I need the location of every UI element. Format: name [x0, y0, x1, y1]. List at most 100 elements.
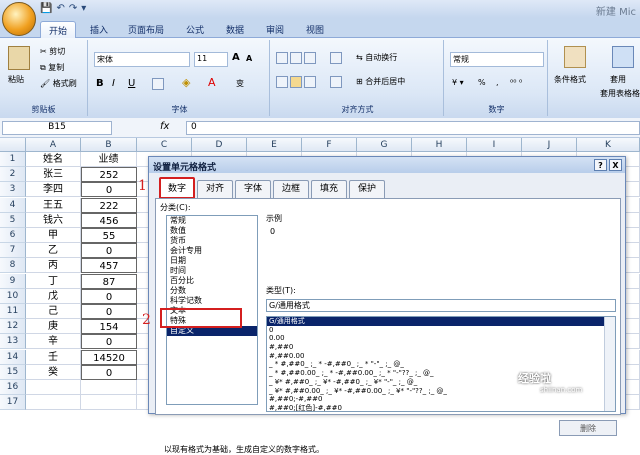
category-item[interactable]: 百分比	[167, 276, 257, 286]
tab-border[interactable]: 边框	[273, 180, 309, 198]
column-header-j[interactable]: J	[522, 138, 577, 152]
cell-a[interactable]: 甲	[26, 228, 81, 243]
category-item[interactable]: 分数	[167, 286, 257, 296]
format-item[interactable]: _ * #,##0_ ;_ * -#,##0_ ;_ * "-"_ ;_ @_	[267, 360, 615, 369]
cell-a[interactable]: 己	[26, 304, 81, 319]
column-header-k[interactable]: K	[577, 138, 640, 152]
category-item[interactable]: 会计专用	[167, 246, 257, 256]
cut-button[interactable]: ✂ 剪切	[40, 46, 65, 57]
tab-font[interactable]: 字体	[235, 180, 271, 198]
column-header-c[interactable]: C	[137, 138, 192, 152]
format-item[interactable]: #,##0.00	[267, 352, 615, 361]
cell-a[interactable]: 丁	[26, 273, 81, 289]
row-header[interactable]: 11	[0, 304, 26, 319]
tab-fill[interactable]: 填充	[311, 180, 347, 198]
column-header-d[interactable]: D	[192, 138, 247, 152]
font-size-select[interactable]: 11	[194, 52, 228, 67]
wrap-text-button[interactable]: ⇆ 自动换行	[356, 52, 397, 63]
cell-b[interactable]	[81, 380, 137, 395]
category-item[interactable]: 常规	[167, 216, 257, 226]
number-format-select[interactable]: 常规	[450, 52, 544, 67]
fx-icon[interactable]: fx	[160, 121, 169, 132]
format-item[interactable]: #,##0;[红色]-#,##0	[267, 404, 615, 411]
cell-a[interactable]: 张三	[26, 167, 81, 183]
conditional-format-button[interactable]: 条件格式	[554, 74, 586, 85]
row-header[interactable]: 14	[0, 349, 26, 365]
column-header-b[interactable]: B	[81, 138, 137, 152]
category-item[interactable]: 数值	[167, 226, 257, 236]
tab-number[interactable]: 数字	[159, 177, 195, 199]
cell-b[interactable]: 0	[81, 288, 137, 304]
table-format-short[interactable]: 套用	[610, 74, 626, 85]
cell-a[interactable]: 庚	[26, 319, 81, 335]
phonetic-button[interactable]: 变	[236, 78, 244, 89]
office-button[interactable]	[2, 2, 36, 36]
cell-a[interactable]	[26, 395, 81, 411]
format-list[interactable]: G/通用格式 0 0.00 #,##0 #,##0.00 _ * #,##0_ ;_ * …	[266, 316, 616, 412]
row-header[interactable]: 13	[0, 334, 26, 350]
cell-a[interactable]: 李四	[26, 182, 81, 198]
column-header-i[interactable]: I	[467, 138, 522, 152]
cell-a[interactable]: 姓名	[26, 152, 81, 167]
tab-review[interactable]: 审阅	[258, 21, 292, 38]
tab-protection[interactable]: 保护	[349, 180, 385, 198]
cell-a[interactable]: 钱六	[26, 212, 81, 228]
bold-button[interactable]: B	[96, 78, 104, 89]
category-item[interactable]: 科学记数	[167, 296, 257, 306]
fill-color-button[interactable]: ◈	[182, 76, 190, 89]
tab-home[interactable]: 开始	[40, 21, 77, 38]
cell-b[interactable]: 87	[81, 273, 137, 289]
decimal-icon[interactable]: ⁰⁰ ⁰	[510, 78, 522, 87]
paste-icon[interactable]	[8, 46, 30, 70]
cell-b[interactable]	[81, 395, 137, 411]
format-item[interactable]: _ * #,##0.00_ ;_ * -#,##0.00_ ;_ * "-"??…	[267, 369, 615, 378]
quick-access-toolbar[interactable]: 💾↶↷▾	[40, 3, 90, 14]
cell-b[interactable]: 0	[81, 304, 137, 319]
table-format-button[interactable]: 套用表格格式	[600, 88, 640, 99]
select-all-corner[interactable]	[0, 138, 26, 152]
column-header-f[interactable]: F	[302, 138, 357, 152]
cell-b[interactable]: 456	[81, 212, 137, 228]
cell-b[interactable]: 252	[81, 167, 137, 183]
column-header-a[interactable]: A	[26, 138, 81, 152]
percent-button[interactable]: %	[478, 78, 486, 87]
indent-icon[interactable]	[330, 76, 344, 88]
cell-b[interactable]: 14520	[81, 349, 137, 365]
font-name-select[interactable]: 宋体	[94, 52, 190, 67]
tab-insert[interactable]: 插入	[82, 21, 116, 38]
comma-button[interactable]: ,	[496, 78, 499, 87]
category-item[interactable]: 时间	[167, 266, 257, 276]
format-item[interactable]: 0.00	[267, 334, 615, 343]
cell-b[interactable]: 457	[81, 258, 137, 274]
row-header[interactable]: 4	[0, 197, 26, 213]
align-top-icon[interactable]	[276, 52, 318, 64]
shrink-font-button[interactable]: A	[246, 54, 252, 63]
format-list-scrollbar[interactable]	[604, 317, 615, 411]
cell-b[interactable]: 154	[81, 319, 137, 335]
cell-a[interactable]: 壬	[26, 349, 81, 365]
delete-button[interactable]: 删除	[559, 420, 617, 436]
cell-b[interactable]: 0	[81, 364, 137, 380]
close-button[interactable]: X	[609, 159, 622, 171]
tab-data[interactable]: 数据	[218, 21, 252, 38]
name-box[interactable]: B15	[2, 121, 112, 135]
underline-button[interactable]: U	[128, 78, 135, 89]
cell-a[interactable]: 癸	[26, 364, 81, 380]
currency-icon[interactable]: ¥ ▾	[452, 78, 464, 87]
orientation-icon[interactable]	[330, 52, 344, 64]
format-painter-button[interactable]: 🖌 格式刷	[40, 78, 77, 89]
tab-view[interactable]: 视图	[298, 21, 332, 38]
merge-center-button[interactable]: ⊞ 合并后居中	[356, 76, 405, 87]
format-item[interactable]: #,##0;-#,##0	[267, 395, 615, 404]
tab-page-layout[interactable]: 页面布局	[120, 21, 172, 38]
font-color-button[interactable]: A	[208, 76, 216, 89]
border-button[interactable]	[152, 78, 166, 90]
row-header[interactable]: 3	[0, 182, 26, 198]
cell-a[interactable]: 乙	[26, 243, 81, 259]
row-header[interactable]: 9	[0, 273, 26, 289]
row-header[interactable]: 12	[0, 319, 26, 335]
cell-b[interactable]: 0	[81, 334, 137, 350]
paste-button[interactable]: 粘贴	[8, 74, 24, 85]
row-header[interactable]: 2	[0, 167, 26, 183]
category-item[interactable]: 货币	[167, 236, 257, 246]
